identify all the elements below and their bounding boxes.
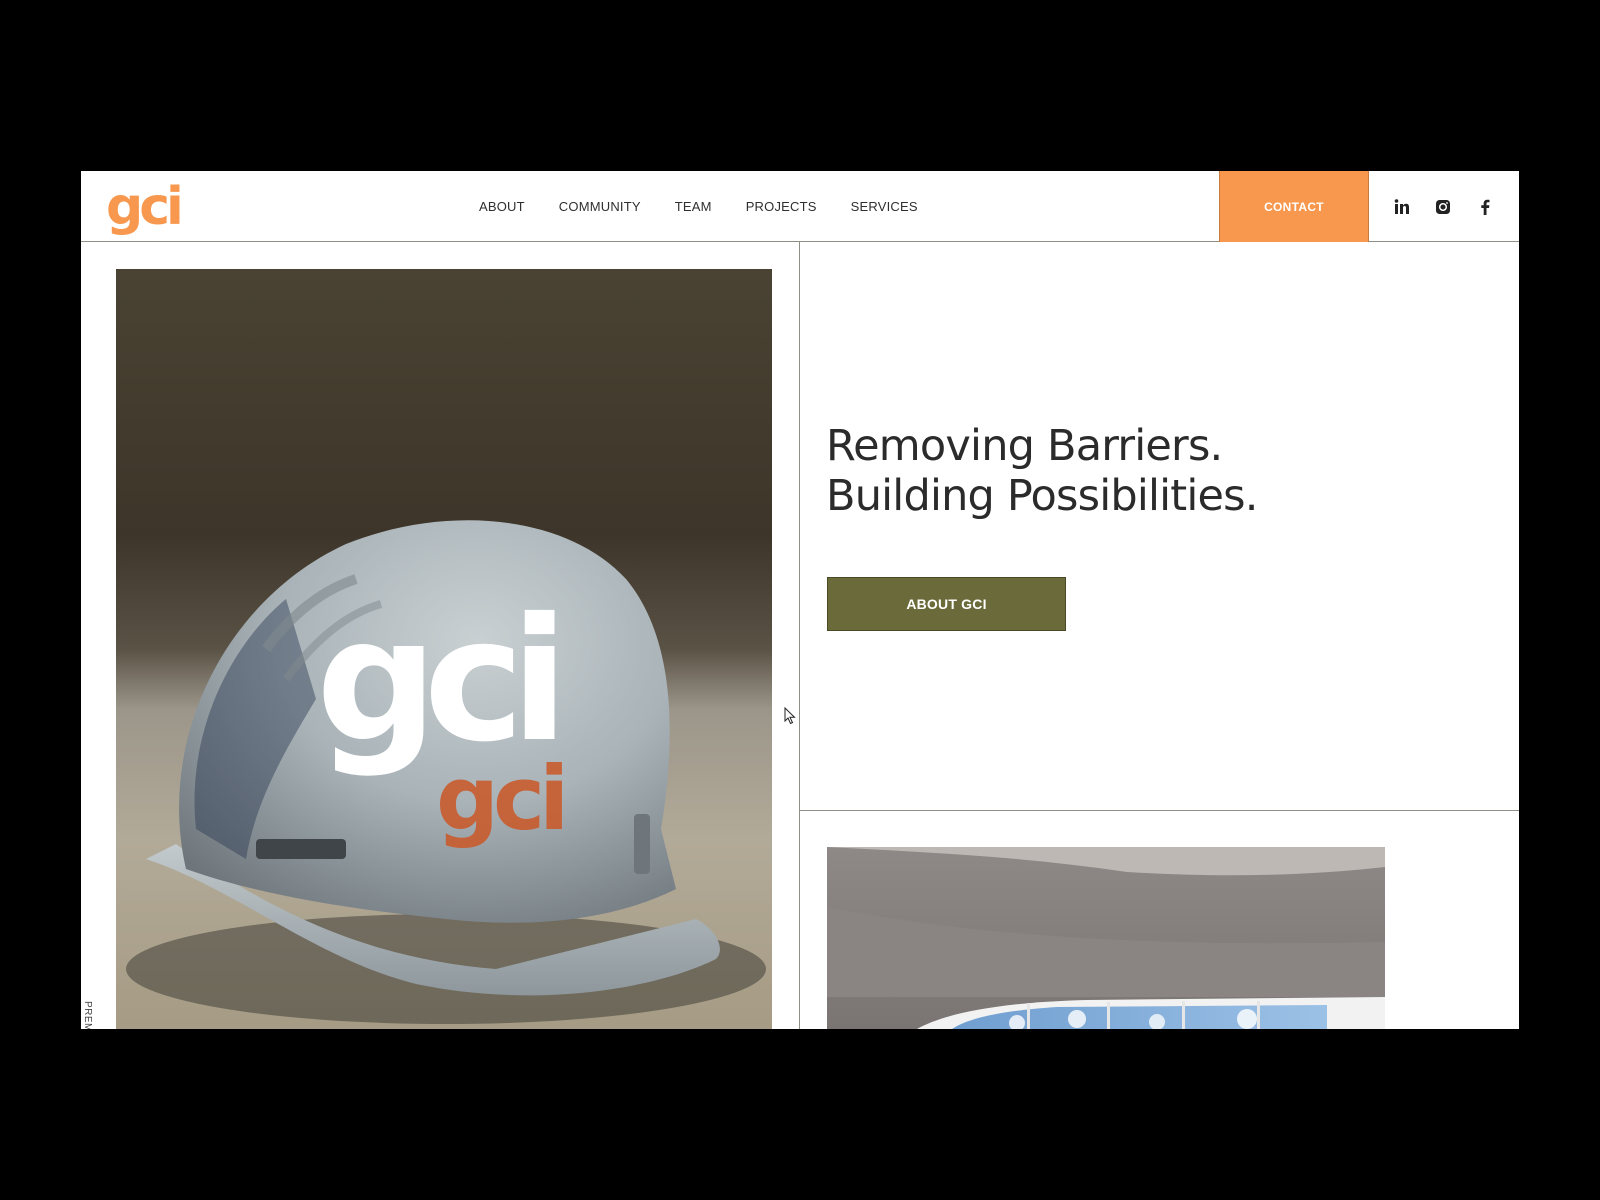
headline-line-2: Building Possibilities. (826, 471, 1258, 521)
gci-logo[interactable]: gci (106, 177, 186, 237)
instagram-icon[interactable] (1431, 171, 1455, 242)
vertical-divider (799, 242, 800, 1029)
hero-headline: Removing Barriers. Building Possibilitie… (826, 421, 1426, 521)
nav-community[interactable]: COMMUNITY (559, 199, 641, 214)
logo-text: gci (106, 177, 180, 237)
nav-team[interactable]: TEAM (675, 199, 712, 214)
overlay-logo-text: gci (316, 582, 555, 780)
website-page: gci ABOUT COMMUNITY TEAM PROJECTS SERVIC… (81, 171, 1519, 1029)
main-nav: ABOUT COMMUNITY TEAM PROJECTS SERVICES (479, 171, 952, 242)
linkedin-icon[interactable] (1390, 171, 1414, 242)
nav-projects[interactable]: PROJECTS (746, 199, 817, 214)
nav-about[interactable]: ABOUT (479, 199, 525, 214)
contact-button[interactable]: CONTACT (1219, 171, 1369, 242)
about-gci-button[interactable]: ABOUT GCI (827, 577, 1066, 631)
hard-hat-hero-image: gci gci (116, 269, 772, 1029)
architecture-project-image (827, 847, 1385, 1029)
site-header: gci ABOUT COMMUNITY TEAM PROJECTS SERVIC… (81, 171, 1519, 242)
nav-services[interactable]: SERVICES (851, 199, 918, 214)
horizontal-divider (800, 810, 1519, 811)
vertical-side-label: PREM (82, 1001, 93, 1029)
mouse-cursor-icon (784, 706, 796, 725)
facebook-icon[interactable] (1473, 171, 1497, 242)
headline-line-1: Removing Barriers. (826, 421, 1223, 471)
